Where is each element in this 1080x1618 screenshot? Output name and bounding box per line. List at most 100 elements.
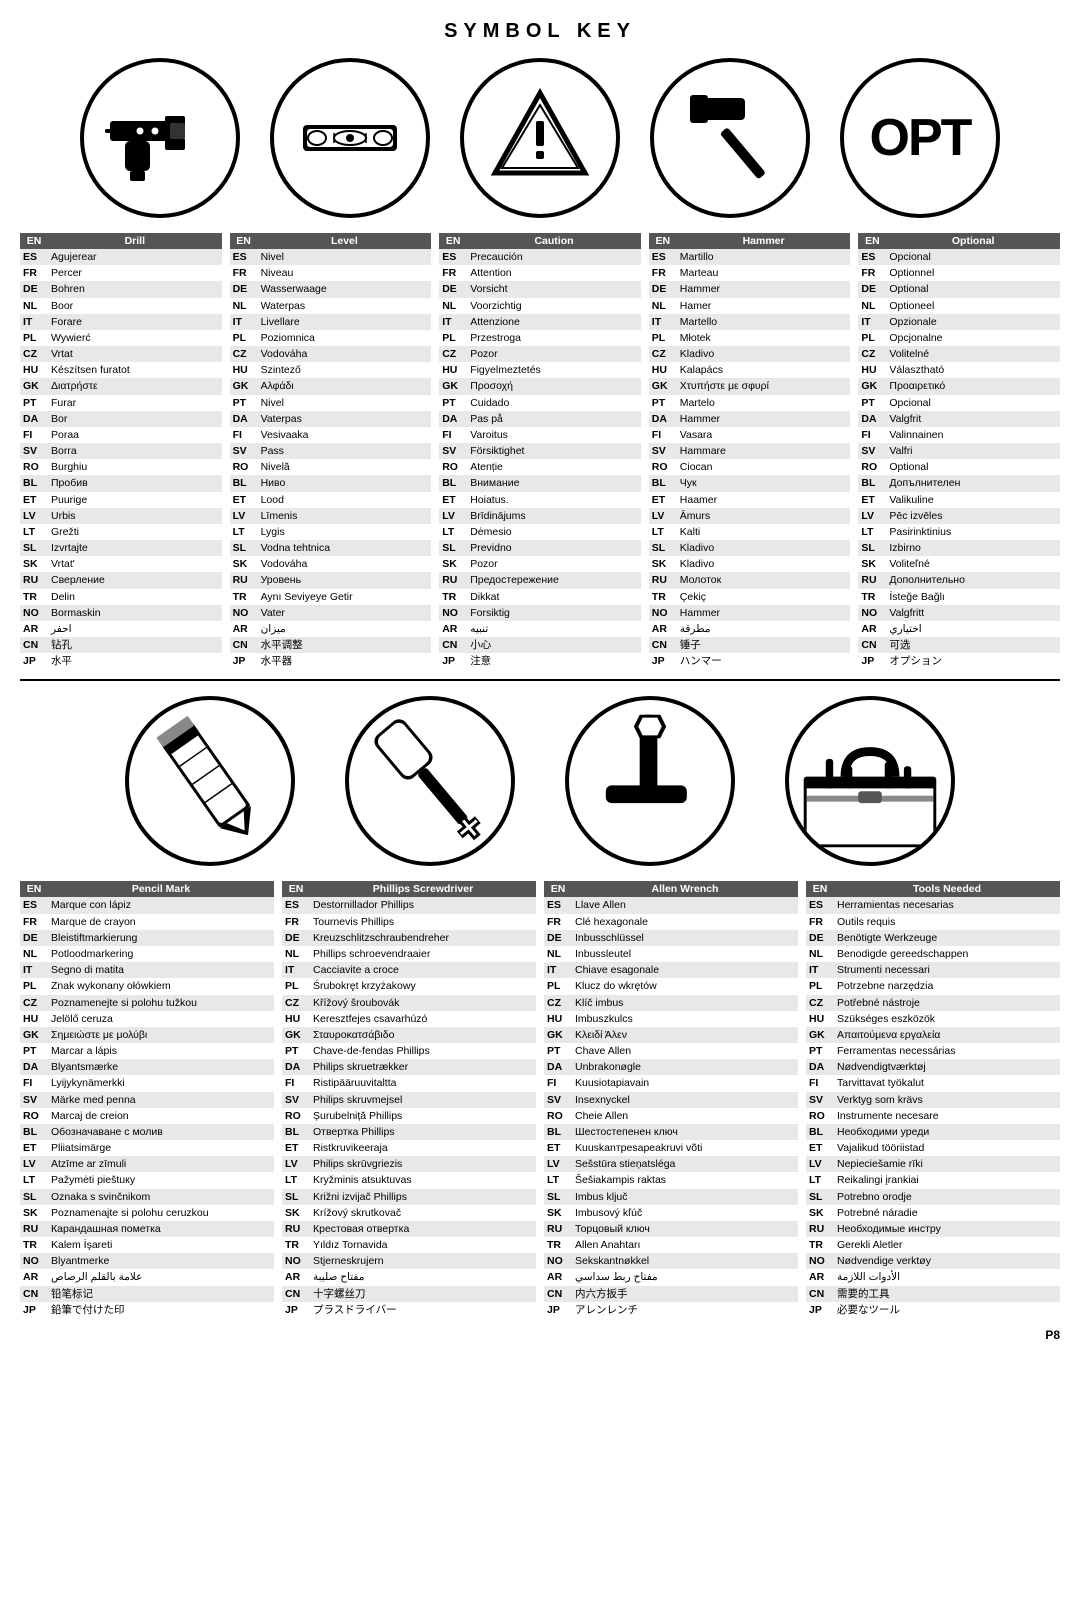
table-row: LTPažymėti pieštuку — [20, 1172, 274, 1188]
translation: Chiave esagonale — [572, 962, 798, 978]
table-row: ROBurghiu — [20, 459, 222, 475]
lang-code: SK — [858, 556, 886, 572]
table-row: FRClé hexagonale — [544, 914, 798, 930]
lang-code: NL — [230, 298, 258, 314]
table-row: CN小心 — [439, 637, 641, 653]
table-row: NONødvendige verktøy — [806, 1253, 1060, 1269]
table-row: TRDelin — [20, 589, 222, 605]
hammer-header-title: Hammer — [677, 233, 851, 249]
table-row: BLОбозначаване с молив — [20, 1124, 274, 1140]
translation: مفتاح ربط سداسي — [572, 1269, 798, 1285]
tables-row-2: EN Pencil Mark ESMarque con lápizFRMarqu… — [20, 881, 1060, 1317]
translation: 需要的工具 — [834, 1286, 1060, 1302]
table-row: BLНиво — [230, 475, 432, 491]
lang-code: FR — [858, 265, 886, 281]
table-row: NLHamer — [649, 298, 851, 314]
table-row: ESHerramientas necesarias — [806, 897, 1060, 913]
table-row: JPアレンレンチ — [544, 1302, 798, 1318]
lang-code: CN — [230, 637, 258, 653]
lang-code: FI — [439, 427, 467, 443]
icons-row-2 — [20, 696, 1060, 866]
translation: Krížový skrutkovač — [310, 1205, 536, 1221]
lang-code: FR — [282, 914, 310, 930]
table-row: PLPotrzebne narzędzia — [806, 978, 1060, 994]
translation: Hammer — [677, 411, 851, 427]
table-row: SVPass — [230, 443, 432, 459]
translation: Vorsicht — [467, 281, 641, 297]
lang-code: SL — [439, 540, 467, 556]
translation: Brīdinājums — [467, 508, 641, 524]
translation: Līmenis — [258, 508, 432, 524]
translation: مفتاح صليبة — [310, 1269, 536, 1285]
lang-code: GK — [806, 1027, 834, 1043]
table-row: HUKészítsen furatot — [20, 362, 222, 378]
lang-code: FR — [806, 914, 834, 930]
lang-code: NL — [439, 298, 467, 314]
table-row: ETPliiatsimärge — [20, 1140, 274, 1156]
translation: Отвертка Phillips — [310, 1124, 536, 1140]
lang-code: IT — [439, 314, 467, 330]
lang-code: SK — [439, 556, 467, 572]
pencil-header-lang: EN — [20, 881, 48, 897]
page: SYMBOL KEY — [0, 0, 1080, 1618]
translation: Młotek — [677, 330, 851, 346]
lang-code: LT — [649, 524, 677, 540]
table-row: BLВнимание — [439, 475, 641, 491]
translation: Optional — [886, 459, 1060, 475]
lang-code: SV — [806, 1092, 834, 1108]
lang-code: BL — [858, 475, 886, 491]
table-row: SVInsexnyckel — [544, 1092, 798, 1108]
translation: Llave Allen — [572, 897, 798, 913]
translation: تنبيه — [467, 621, 641, 637]
table-row: HUImbuszkulcs — [544, 1011, 798, 1027]
lang-code: NO — [20, 605, 48, 621]
translation: Potloodmarkering — [48, 946, 274, 962]
translation: Poznamenajte si polohu ceruzkou — [48, 1205, 274, 1221]
lang-code: FI — [230, 427, 258, 443]
table-row: DANødvendigtværktøj — [806, 1059, 1060, 1075]
translation: Marcaj de creion — [48, 1108, 274, 1124]
table-row: DAPhilips skruetrækker — [282, 1059, 536, 1075]
lang-code: PT — [544, 1043, 572, 1059]
translation: Poznamenejte si polohu tužkou — [48, 995, 274, 1011]
translation: Keresztfejes csavarhúzó — [310, 1011, 536, 1027]
table-row: DEBenötigte Werkzeuge — [806, 930, 1060, 946]
lang-code: SL — [649, 540, 677, 556]
translation: Försiktighet — [467, 443, 641, 459]
lang-code: NL — [649, 298, 677, 314]
tools-header-lang: EN — [806, 881, 834, 897]
translation: Nivel — [258, 395, 432, 411]
table-row: FIVesivaaka — [230, 427, 432, 443]
lang-code: NO — [806, 1253, 834, 1269]
translation: Benötigte Werkzeuge — [834, 930, 1060, 946]
translation: Pass — [258, 443, 432, 459]
table-row: PTChave-de-fendas Phillips — [282, 1043, 536, 1059]
table-row: PLPoziomnica — [230, 330, 432, 346]
translation: Vater — [258, 605, 432, 621]
translation: 可选 — [886, 637, 1060, 653]
table-row: RONivelă — [230, 459, 432, 475]
lang-code: LV — [282, 1156, 310, 1172]
caution-table: EN Caution ESPrecauciónFRAttentionDEVors… — [439, 233, 641, 669]
translation: Philips skrūvgriezis — [310, 1156, 536, 1172]
drill-icon — [80, 58, 240, 218]
lang-code: PT — [20, 395, 48, 411]
translation: Kuusiotapiavain — [572, 1075, 798, 1091]
translation: Šešiakampis raktas — [572, 1172, 798, 1188]
lang-code: ES — [20, 897, 48, 913]
table-row: BLНеобходими уреди — [806, 1124, 1060, 1140]
lang-code: PL — [858, 330, 886, 346]
translation: Διατρήστε — [48, 378, 222, 394]
translation: Προαιρετικό — [886, 378, 1060, 394]
table-row: GKΠροαιρετικό — [858, 378, 1060, 394]
translation: Imbusový kľúč — [572, 1205, 798, 1221]
translation: Optionnel — [886, 265, 1060, 281]
translation: Kladivo — [677, 540, 851, 556]
table-row: ESAgujerear — [20, 249, 222, 265]
table-row: DAUnbrakonøgle — [544, 1059, 798, 1075]
translation: オプション — [886, 653, 1060, 669]
table-row: PTMartelo — [649, 395, 851, 411]
table-row: NLOptioneel — [858, 298, 1060, 314]
translation: ميزان — [258, 621, 432, 637]
lang-code: BL — [806, 1124, 834, 1140]
